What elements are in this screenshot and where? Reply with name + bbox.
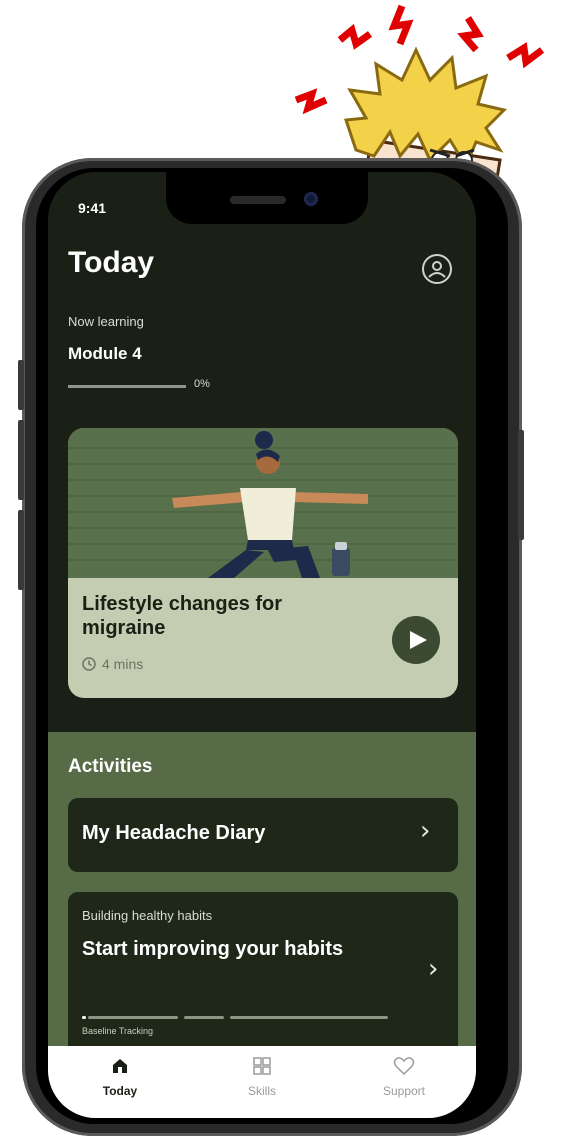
tab-support-label: Support [382,1084,426,1098]
yoga-illustration [68,428,458,578]
power-button [518,430,524,540]
play-button[interactable] [392,616,440,664]
habits-progress-segment-1 [82,1016,86,1019]
volume-down-button [18,420,24,500]
activities-heading: Activities [68,756,153,777]
habits-progress-segment-3 [230,1016,388,1019]
page-title: Today [68,246,155,279]
module-progress-text: 0% [194,378,210,390]
lesson-title: Lifestyle changes for migraine [82,593,283,639]
volume-up-button [18,360,24,410]
headache-diary-label: My Headache Diary [82,822,266,844]
screen: 9:41 Today Now learning Module 4 0% Life… [48,172,476,1118]
mute-switch [18,510,24,590]
speaker-grille [230,196,286,204]
lesson-duration-text: 4 mins [102,656,144,672]
tab-support[interactable]: Support [354,1056,454,1098]
habits-card[interactable]: Building healthy habits Start improving … [68,892,458,1062]
notch [166,172,368,224]
habits-subtitle: Building healthy habits [82,908,213,923]
grid-icon [253,1057,271,1075]
habits-progress-segment-1-track [88,1016,178,1019]
profile-icon [428,261,446,278]
home-icon [113,1059,127,1073]
stage: 9:41 Today Now learning Module 4 0% Life… [0,0,571,1136]
status-time: 9:41 [78,200,107,216]
play-icon [410,631,427,649]
tab-today[interactable]: Today [70,1056,170,1098]
now-learning-label: Now learning [68,314,144,329]
tab-skills-label: Skills [247,1084,276,1098]
habits-track-label: Baseline Tracking [82,1026,154,1036]
habits-progress-segment-2 [184,1016,224,1019]
module-progress-bar [68,385,186,388]
lesson-card[interactable]: Lifestyle changes for migraine 4 mins [68,428,458,698]
habits-title: Start improving your habits [82,938,344,960]
chevron-right-icon: › [420,816,431,846]
heart-icon [393,1057,415,1076]
chevron-right-icon: › [428,954,439,984]
module-title: Module 4 [68,344,142,363]
tab-skills[interactable]: Skills [212,1056,312,1098]
profile-button[interactable] [422,254,452,284]
tab-bar: Today Skills Support [48,1046,476,1118]
lesson-duration: 4 mins [82,656,143,672]
tab-today-label: Today [102,1084,138,1098]
clock-icon [82,657,96,671]
headache-diary-card[interactable]: My Headache Diary › [68,798,458,872]
camera-icon [304,192,318,206]
